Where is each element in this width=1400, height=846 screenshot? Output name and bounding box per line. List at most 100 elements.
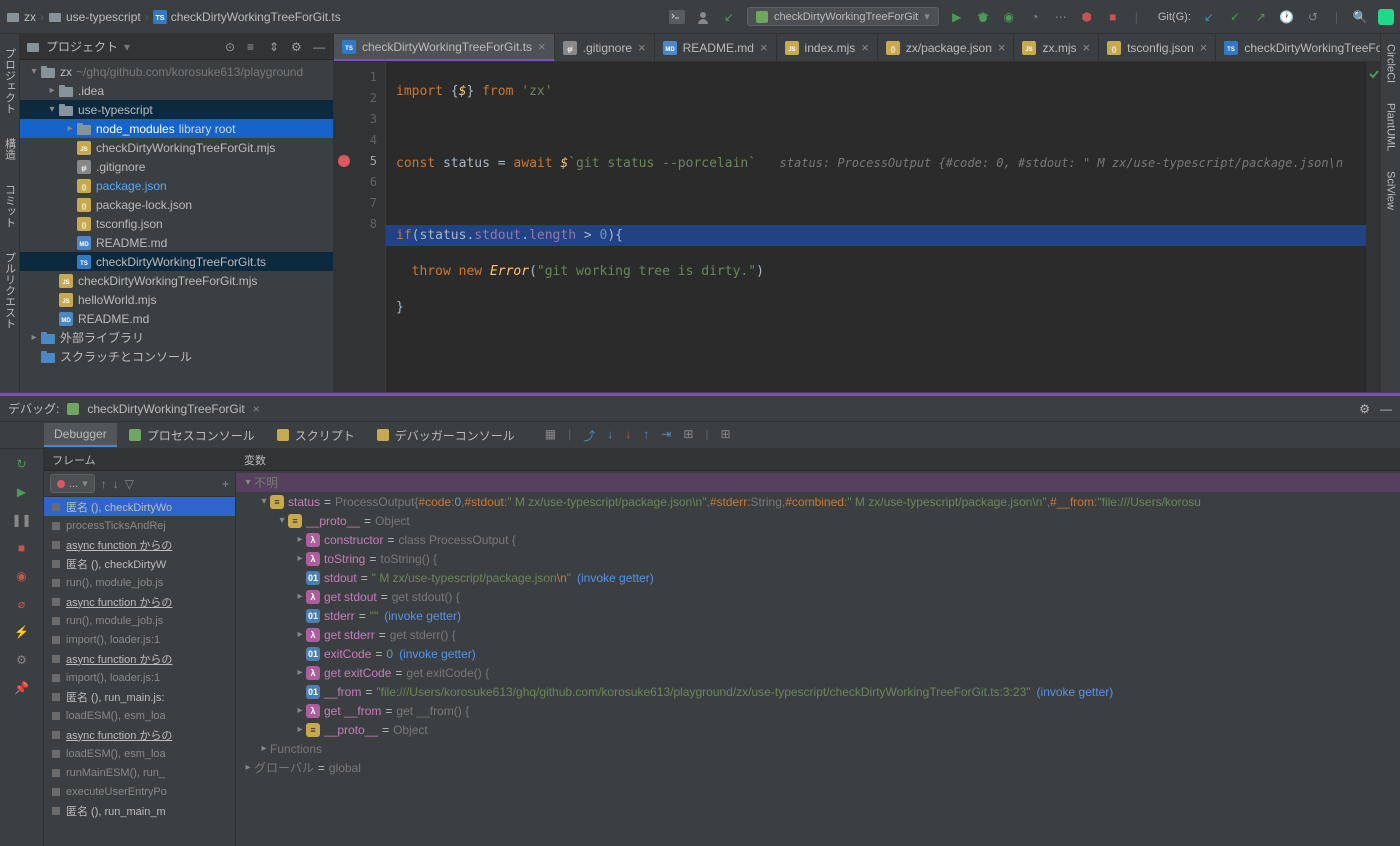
collapse-icon[interactable]: ⇕ (269, 40, 283, 54)
stack-frame[interactable]: processTicksAndRej (44, 516, 235, 535)
tree-item[interactable]: ▸.idea (20, 81, 333, 100)
close-icon[interactable]: × (253, 402, 260, 416)
stack-frame[interactable]: async function からの (44, 592, 235, 611)
invoke-getter-link[interactable]: (invoke getter) (384, 609, 461, 623)
tree-item[interactable]: MDREADME.md (20, 233, 333, 252)
run-to-cursor-icon[interactable]: ⇥ (661, 427, 671, 444)
invoke-getter-link[interactable]: (invoke getter) (577, 571, 654, 585)
structure-tool-button[interactable]: 構造 (2, 138, 18, 160)
editor-tab[interactable]: JSzx.mjs× (1014, 34, 1099, 61)
tree-item[interactable]: MDREADME.md (20, 309, 333, 328)
stack-frame[interactable]: runMainESM(), run_ (44, 763, 235, 782)
chevron-down-icon[interactable]: ▾ (124, 40, 130, 54)
breadcrumb[interactable]: zx › use-typescript › TS checkDirtyWorki… (6, 10, 341, 24)
stack-frame[interactable]: 匿名 (), checkDirtyW (44, 554, 235, 573)
tree-item[interactable]: ▾use-typescript (20, 100, 333, 119)
gear-icon[interactable]: ⚙ (291, 40, 305, 54)
git-commit-icon[interactable]: ✓ (1227, 9, 1243, 25)
stop-icon[interactable]: ⬢ (1079, 9, 1095, 25)
tree-item[interactable]: ▸外部ライブラリ (20, 328, 333, 347)
tree-item[interactable]: {}package-lock.json (20, 195, 333, 214)
breadcrumb-root[interactable]: zx (24, 10, 36, 24)
editor-tab[interactable]: {}tsconfig.json× (1099, 34, 1216, 61)
stack-frame[interactable]: async function からの (44, 535, 235, 554)
tree-item[interactable]: {}package.json (20, 176, 333, 195)
terminal-icon[interactable] (669, 9, 685, 25)
step-over-icon[interactable]: ⤴ (583, 427, 595, 444)
stop-icon[interactable]: ■ (13, 539, 31, 557)
filter-icon[interactable]: ▽ (125, 477, 134, 491)
breadcrumb-folder[interactable]: use-typescript (66, 10, 141, 24)
stop-icon[interactable]: ■ (1105, 9, 1121, 25)
user-icon[interactable] (695, 9, 711, 25)
step-out-icon[interactable]: ↑ (643, 427, 649, 444)
git-push-icon[interactable]: ↗ (1253, 9, 1269, 25)
commit-tool-button[interactable]: コミット (2, 184, 18, 228)
git-rollback-icon[interactable]: ↺ (1305, 9, 1321, 25)
prev-frame-icon[interactable]: ↑ (101, 477, 107, 491)
stack-frame[interactable]: executeUserEntryPo (44, 782, 235, 801)
pullreq-tool-button[interactable]: プルリクエスト (2, 252, 18, 329)
tree-item[interactable]: JScheckDirtyWorkingTreeForGit.mjs (20, 271, 333, 290)
stack-frame[interactable]: import(), loader.js:1 (44, 668, 235, 687)
editor-tab[interactable]: {}zx/package.json× (878, 34, 1015, 61)
editor-tab[interactable]: gi.gitignore× (555, 34, 655, 61)
git-update-icon[interactable]: ↙ (1201, 9, 1217, 25)
search-icon[interactable]: 🔍 (1352, 9, 1368, 25)
stack-frame[interactable]: loadESM(), esm_loa (44, 744, 235, 763)
layout-icon[interactable]: ▦ (545, 427, 556, 444)
editor-tab[interactable]: TScheckDirtyWorkingTreeForGit.ts× (334, 34, 555, 61)
view-breakpoints-icon[interactable]: ◉ (13, 567, 31, 585)
resume-icon[interactable]: ▶ (13, 483, 31, 501)
tree-item[interactable]: スクラッチとコンソール (20, 347, 333, 366)
invoke-getter-link[interactable]: (invoke getter) (1037, 685, 1114, 699)
stack-frame[interactable]: 匿名 (), run_main.js: (44, 687, 235, 706)
close-icon[interactable]: × (1200, 40, 1208, 55)
profile-icon[interactable]: ◔ (1027, 9, 1043, 25)
stack-frame[interactable]: async function からの (44, 725, 235, 744)
git-history-icon[interactable]: 🕐 (1279, 9, 1295, 25)
tree-item[interactable]: {}tsconfig.json (20, 214, 333, 233)
attach-icon[interactable]: ⋯ (1053, 9, 1069, 25)
more-icon[interactable]: ⊞ (721, 427, 731, 444)
debugger-console-tab[interactable]: デバッガーコンソール (367, 423, 525, 448)
add-icon[interactable]: + (222, 477, 229, 491)
coverage-icon[interactable]: ◉ (1001, 9, 1017, 25)
expand-icon[interactable]: ≡ (247, 40, 261, 54)
next-frame-icon[interactable]: ↓ (113, 477, 119, 491)
project-tool-button[interactable]: プロジェクト (2, 48, 18, 114)
pin-icon[interactable]: 📌 (13, 679, 31, 697)
editor-error-stripe[interactable] (1366, 62, 1380, 392)
close-icon[interactable]: × (861, 40, 869, 55)
editor-tab[interactable]: MDREADME.md× (655, 34, 777, 61)
editor-gutter[interactable]: 1 2 3 4 5 6 7 8 (334, 62, 386, 392)
close-icon[interactable]: × (998, 40, 1006, 55)
debug-config-name[interactable]: checkDirtyWorkingTreeForGit (87, 402, 244, 416)
circleci-tool-button[interactable]: CircleCI (1385, 44, 1397, 83)
tree-item[interactable]: ▸node_moduleslibrary root (20, 119, 333, 138)
thread-selector[interactable]: ... ▾ (50, 474, 95, 493)
run-icon[interactable]: ▶ (949, 9, 965, 25)
breakpoint-icon[interactable] (338, 155, 350, 167)
debug-icon[interactable] (975, 9, 991, 25)
script-tab[interactable]: スクリプト (267, 423, 365, 448)
get-thread-dump-icon[interactable]: ⚡ (13, 623, 31, 641)
stack-frame[interactable]: run(), module_job.js (44, 573, 235, 592)
editor-tab[interactable]: JSindex.mjs× (777, 34, 878, 61)
invoke-getter-link[interactable]: (invoke getter) (399, 647, 476, 661)
tree-item[interactable]: JScheckDirtyWorkingTreeForGit.mjs (20, 138, 333, 157)
force-step-into-icon[interactable]: ↓ (625, 427, 631, 444)
rerun-icon[interactable]: ↻ (13, 455, 31, 473)
stack-frame[interactable]: async function からの (44, 649, 235, 668)
close-icon[interactable]: × (1082, 40, 1090, 55)
debugger-tab[interactable]: Debugger (44, 423, 117, 447)
stack-frame[interactable]: run(), module_job.js (44, 611, 235, 630)
gear-icon[interactable]: ⚙ (1359, 402, 1370, 416)
evaluate-icon[interactable]: ⊞ (683, 427, 693, 444)
process-console-tab[interactable]: プロセスコンソール (119, 423, 265, 448)
sciview-tool-button[interactable]: SciView (1385, 171, 1397, 210)
project-tree[interactable]: ▾zx~/ghq/github.com/korosuke613/playgrou… (20, 60, 333, 392)
hide-icon[interactable]: — (1380, 402, 1392, 416)
run-config-selector[interactable]: checkDirtyWorkingTreeForGit ▾ (747, 7, 939, 26)
close-icon[interactable]: × (638, 40, 646, 55)
